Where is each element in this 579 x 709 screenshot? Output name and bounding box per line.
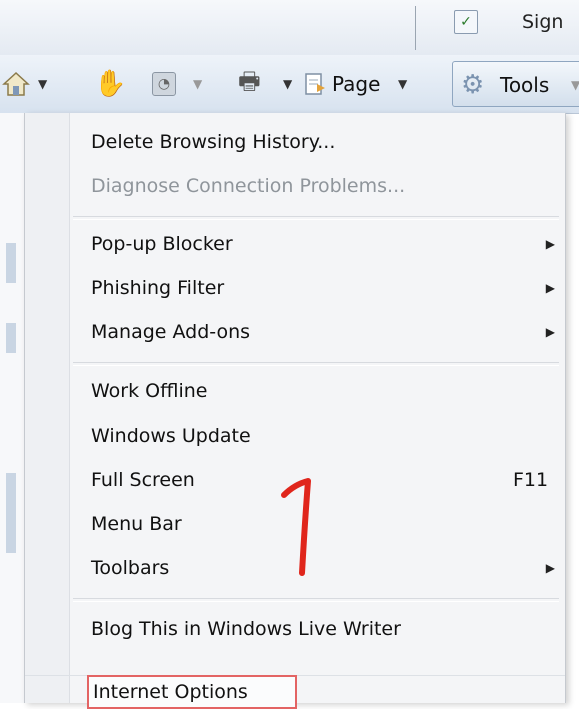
submenu-arrow-icon: ▶ <box>545 281 555 295</box>
menu-item-blog-this-in-windows-live-writer[interactable]: Blog This in Windows Live Writer <box>25 610 565 650</box>
print-icon[interactable]: 🖶 <box>238 55 261 113</box>
menu-item-label: Blog This in Windows Live Writer <box>91 618 401 640</box>
background-mark <box>6 323 16 353</box>
home-icon[interactable] <box>2 55 32 113</box>
menu-divider <box>73 216 559 220</box>
submenu-arrow-icon: ▶ <box>545 237 555 251</box>
annotation-number-one <box>281 478 311 576</box>
menu-item-label: Delete Browsing History... <box>91 131 336 153</box>
menu-item-diagnose-connection-problems: Diagnose Connection Problems... <box>25 167 565 207</box>
menu-item-phishing-filter[interactable]: Phishing Filter ▶ <box>25 269 565 309</box>
home-dropdown-arrow[interactable]: ▼ <box>38 55 47 113</box>
menu-item-manage-addons[interactable]: Manage Add-ons ▶ <box>25 313 565 353</box>
menu-item-label: Manage Add-ons <box>91 321 251 343</box>
menu-item-windows-update[interactable]: Windows Update <box>25 417 565 457</box>
page-background <box>0 113 24 703</box>
page-dropdown-arrow[interactable]: ▼ <box>398 55 407 113</box>
menu-item-label: Diagnose Connection Problems... <box>91 175 406 197</box>
feed-dropdown-arrow[interactable]: ▼ <box>193 55 202 113</box>
menu-item-label: Toolbars <box>91 557 170 579</box>
command-bar-top: ✓ Sign <box>0 0 579 56</box>
feed-icon[interactable]: ◔ <box>152 55 176 113</box>
menu-item-label: Phishing Filter <box>91 277 225 299</box>
background-mark <box>6 243 16 283</box>
menu-divider <box>73 362 559 366</box>
menu-item-popup-blocker[interactable]: Pop-up Blocker ▶ <box>25 225 565 265</box>
print-dropdown-arrow[interactable]: ▼ <box>283 55 292 113</box>
menu-item-label: Windows Update <box>91 425 251 447</box>
tools-label: Tools <box>500 73 550 97</box>
submenu-arrow-icon: ▶ <box>545 561 555 575</box>
page-menu-label[interactable]: Page <box>332 55 380 113</box>
menu-item-label: Work Offline <box>91 380 208 402</box>
toolbar-separator <box>415 6 416 50</box>
sign-in-link[interactable]: Sign <box>522 11 563 33</box>
menu-item-work-offline[interactable]: Work Offline <box>25 372 565 412</box>
command-toolbar: ▼ ✋ ◔ ▼ 🖶 ▼ Page ▼ ⚙ Tools ▼ <box>0 55 579 114</box>
menu-item-label: Internet Options <box>93 681 248 703</box>
menu-item-label: Full Screen <box>91 469 195 491</box>
tools-dropdown-menu: Delete Browsing History... Diagnose Conn… <box>24 113 566 709</box>
menu-item-internet-options[interactable]: Internet Options <box>87 675 297 709</box>
spellcheck-icon[interactable]: ✓ <box>454 10 478 34</box>
page-icon[interactable] <box>304 55 326 113</box>
gear-icon: ⚙ <box>461 70 485 100</box>
shortcut-label: F11 <box>513 469 549 491</box>
submenu-arrow-icon: ▶ <box>545 325 555 339</box>
menu-item-label: Menu Bar <box>91 513 182 535</box>
menu-item-delete-browsing-history[interactable]: Delete Browsing History... <box>25 123 565 163</box>
tools-button[interactable]: ⚙ Tools ▼ <box>452 61 579 107</box>
menu-divider <box>73 598 559 602</box>
tools-dropdown-arrow: ▼ <box>571 78 579 92</box>
hand-icon[interactable]: ✋ <box>94 55 126 113</box>
background-mark <box>6 473 16 553</box>
menu-item-label: Pop-up Blocker <box>91 233 233 255</box>
